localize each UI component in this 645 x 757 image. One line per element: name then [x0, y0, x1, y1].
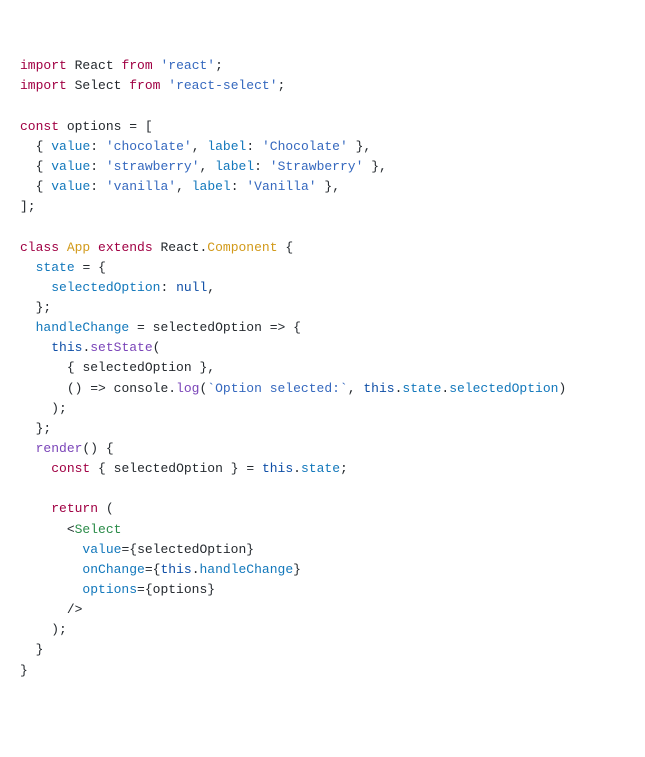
template-string: `Option selected:` [207, 381, 347, 396]
class-app: App [67, 240, 90, 255]
keyword-from: from [129, 78, 160, 93]
keyword-extends: extends [98, 240, 153, 255]
str-vanilla-v: 'vanilla' [106, 179, 176, 194]
keyword-class: class [20, 240, 59, 255]
keyword-import: import [20, 58, 67, 73]
keyword-import: import [20, 78, 67, 93]
jsx-expr-selected-option: selectedOption [137, 542, 246, 557]
prop-label: label [207, 139, 246, 154]
str-strawberry-v: 'strawberry' [106, 159, 200, 174]
keyword-from: from [121, 58, 152, 73]
jsx-attr-value: value [82, 542, 121, 557]
str-chocolate-l: 'Chocolate' [262, 139, 348, 154]
string-react: 'react' [160, 58, 215, 73]
keyword-this: this [363, 381, 394, 396]
destruct-selected-option: selectedOption [114, 461, 223, 476]
prop-label: label [192, 179, 231, 194]
jsx-tag-select: Select [75, 522, 122, 537]
prop-value: value [51, 139, 90, 154]
jsx-attr-onchange: onChange [82, 562, 144, 577]
prop-state: state [301, 461, 340, 476]
keyword-this: this [51, 340, 82, 355]
prop-selected-option: selectedOption [51, 280, 160, 295]
param-selected-option: selectedOption [153, 320, 262, 335]
code-block: import React from 'react'; import Select… [20, 56, 625, 680]
prop-value: value [51, 179, 90, 194]
jsx-attr-options: options [82, 582, 137, 597]
str-vanilla-l: 'Vanilla' [246, 179, 316, 194]
shorthand-selected-option: selectedOption [82, 360, 191, 375]
ident-console: console [114, 381, 169, 396]
str-strawberry-l: 'Strawberry' [270, 159, 364, 174]
jsx-expr-options: options [153, 582, 208, 597]
keyword-const: const [51, 461, 90, 476]
prop-handle-change: handleChange [200, 562, 294, 577]
prop-state: state [402, 381, 441, 396]
prop-label: label [215, 159, 254, 174]
class-component: Component [207, 240, 277, 255]
keyword-this: this [160, 562, 191, 577]
str-chocolate-v: 'chocolate' [106, 139, 192, 154]
keyword-const: const [20, 119, 59, 134]
prop-handle-change: handleChange [36, 320, 130, 335]
keyword-return: return [51, 501, 98, 516]
prop-selected-option: selectedOption [449, 381, 558, 396]
ident-select: Select [75, 78, 122, 93]
fn-setstate: setState [90, 340, 152, 355]
fn-log: log [176, 381, 199, 396]
ident-react: React [75, 58, 114, 73]
prop-state: state [36, 260, 75, 275]
fn-render: render [36, 441, 83, 456]
ident-options: options [67, 119, 122, 134]
ident-react: React [160, 240, 199, 255]
string-react-select: 'react-select' [168, 78, 277, 93]
prop-value: value [51, 159, 90, 174]
keyword-this: this [262, 461, 293, 476]
keyword-null: null [176, 280, 207, 295]
